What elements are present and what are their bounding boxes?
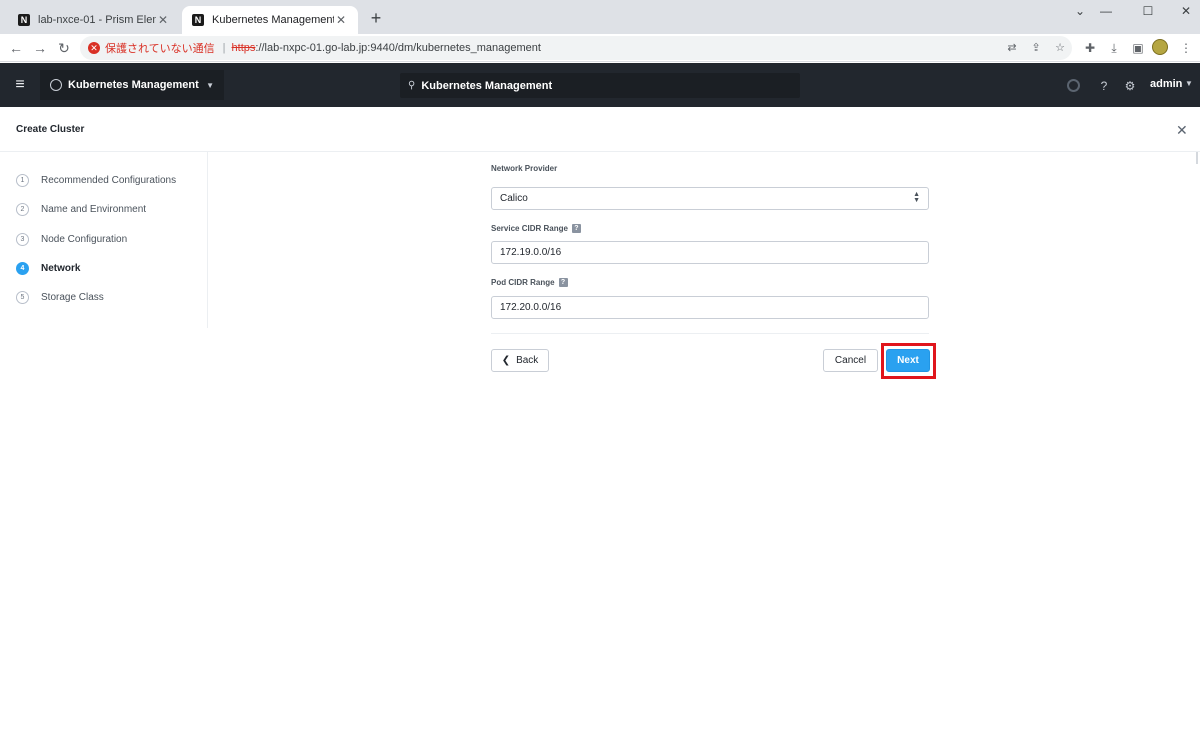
minimize-icon[interactable]: —	[1092, 4, 1120, 22]
close-icon[interactable]: ✕	[1176, 122, 1188, 139]
step-name-and-environment[interactable]: 2 Name and Environment	[16, 203, 146, 216]
network-provider-select[interactable]: Calico ▲ ▼	[491, 187, 929, 210]
step-number: 5	[16, 291, 29, 304]
help-icon[interactable]: ?	[558, 278, 568, 287]
divider	[491, 333, 929, 334]
share-icon[interactable]: ⇪	[1028, 40, 1044, 56]
address-bar[interactable]: ✕ 保護されていない通信 | https ://lab-nxpc-01.go-l…	[80, 36, 1072, 60]
bookmark-star-icon[interactable]: ☆	[1052, 40, 1068, 56]
back-button[interactable]: ❮ Back	[491, 349, 549, 372]
search-icon: ⚲	[408, 80, 416, 91]
label-text: Network Provider	[491, 164, 558, 173]
step-number: 2	[16, 203, 29, 216]
input-value: 172.19.0.0/16	[500, 247, 562, 258]
step-node-configuration[interactable]: 3 Node Configuration	[16, 233, 127, 246]
download-icon[interactable]: ⤓	[1106, 40, 1122, 56]
chevron-down-icon[interactable]: ▼	[1185, 79, 1193, 88]
pod-cidr-label: Pod CIDR Range ?	[491, 278, 568, 287]
tab-title: lab-nxce-01 - Prism Element	[38, 14, 156, 26]
new-tab-icon[interactable]: +	[366, 8, 386, 28]
forward-arrow-icon[interactable]: →	[30, 38, 50, 58]
url-separator: |	[222, 42, 226, 54]
task-status-icon[interactable]	[1067, 79, 1080, 92]
url-text: ://lab-nxpc-01.go-lab.jp:9440/dm/kuberne…	[255, 42, 541, 54]
browser-tab-kubernetes-management[interactable]: N Kubernetes Management - Nuta ✕	[182, 6, 358, 34]
gear-icon[interactable]: ⚙	[1123, 79, 1137, 93]
window-close-icon[interactable]: ✕	[1172, 4, 1200, 22]
next-button[interactable]: Next	[886, 349, 930, 372]
tab-search-chevron-icon[interactable]: ⌄	[1066, 4, 1094, 22]
security-warning[interactable]: 保護されていない通信	[105, 40, 215, 56]
select-value: Calico	[500, 193, 528, 204]
step-label: Network	[41, 263, 81, 274]
step-recommended-configurations[interactable]: 1 Recommended Configurations	[16, 174, 176, 187]
step-label: Node Configuration	[41, 234, 128, 245]
app-search-value: Kubernetes Management	[421, 79, 553, 92]
pod-cidr-input[interactable]: 172.20.0.0/16	[491, 296, 929, 319]
hamburger-menu-icon[interactable]: ≡	[12, 76, 28, 94]
wizard-steps: 1 Recommended Configurations 2 Name and …	[0, 152, 208, 328]
cancel-button[interactable]: Cancel	[823, 349, 878, 372]
profile-avatar[interactable]	[1152, 39, 1168, 55]
scrollbar[interactable]	[1196, 152, 1198, 164]
step-number: 4	[16, 262, 29, 275]
nutanix-favicon-icon: N	[18, 14, 30, 26]
chevron-down-icon: ▼	[206, 80, 214, 90]
service-cidr-input[interactable]: 172.19.0.0/16	[491, 241, 929, 264]
maximize-icon[interactable]: ☐	[1134, 4, 1162, 22]
back-arrow-icon[interactable]: ←	[6, 38, 26, 58]
nutanix-favicon-icon: N	[192, 14, 204, 26]
step-number: 1	[16, 174, 29, 187]
app-selector-label: Kubernetes Management	[68, 79, 199, 91]
step-label: Storage Class	[41, 292, 104, 303]
globe-icon	[50, 79, 62, 91]
back-button-label: Back	[516, 355, 539, 366]
url-scheme: https	[231, 42, 256, 54]
input-value: 172.20.0.0/16	[500, 302, 562, 313]
tab-title: Kubernetes Management - Nuta	[212, 14, 334, 26]
warning-icon: ✕	[88, 42, 100, 54]
side-panel-icon[interactable]: ▣	[1130, 40, 1146, 56]
dialog-title: Create Cluster	[16, 124, 85, 135]
step-network[interactable]: 4 Network	[16, 262, 80, 275]
step-label: Name and Environment	[41, 204, 147, 215]
step-storage-class[interactable]: 5 Storage Class	[16, 291, 104, 304]
app-selector-dropdown[interactable]: Kubernetes Management ▼	[40, 70, 224, 100]
user-menu[interactable]: admin	[1150, 78, 1182, 90]
reload-icon[interactable]: ↻	[54, 38, 74, 58]
browser-tab-strip: N lab-nxce-01 - Prism Element ✕ N Kubern…	[0, 0, 1200, 34]
network-provider-label: Network Provider	[491, 164, 557, 173]
label-text: Pod CIDR Range	[491, 278, 555, 287]
translate-icon[interactable]: ⇄	[1004, 40, 1020, 56]
step-number: 3	[16, 233, 29, 246]
close-icon[interactable]: ✕	[334, 13, 348, 27]
close-icon[interactable]: ✕	[156, 13, 170, 27]
help-icon[interactable]: ?	[571, 224, 581, 233]
app-search-input[interactable]: ⚲ Kubernetes Management	[400, 73, 800, 98]
service-cidr-label: Service CIDR Range ?	[491, 224, 581, 233]
browser-tab-prism-element[interactable]: N lab-nxce-01 - Prism Element ✕	[8, 6, 180, 34]
help-icon[interactable]: ?	[1097, 79, 1111, 93]
label-text: Service CIDR Range	[491, 224, 568, 233]
extensions-icon[interactable]: ✚	[1082, 40, 1098, 56]
chevron-left-icon: ❮	[501, 355, 511, 366]
browser-toolbar: ← → ↻ ✕ 保護されていない通信 | https ://lab-nxpc-0…	[0, 34, 1200, 62]
more-menu-icon[interactable]: ⋮	[1178, 40, 1194, 56]
step-label: Recommended Configurations	[41, 175, 177, 186]
select-arrows-icon: ▲ ▼	[913, 191, 920, 204]
